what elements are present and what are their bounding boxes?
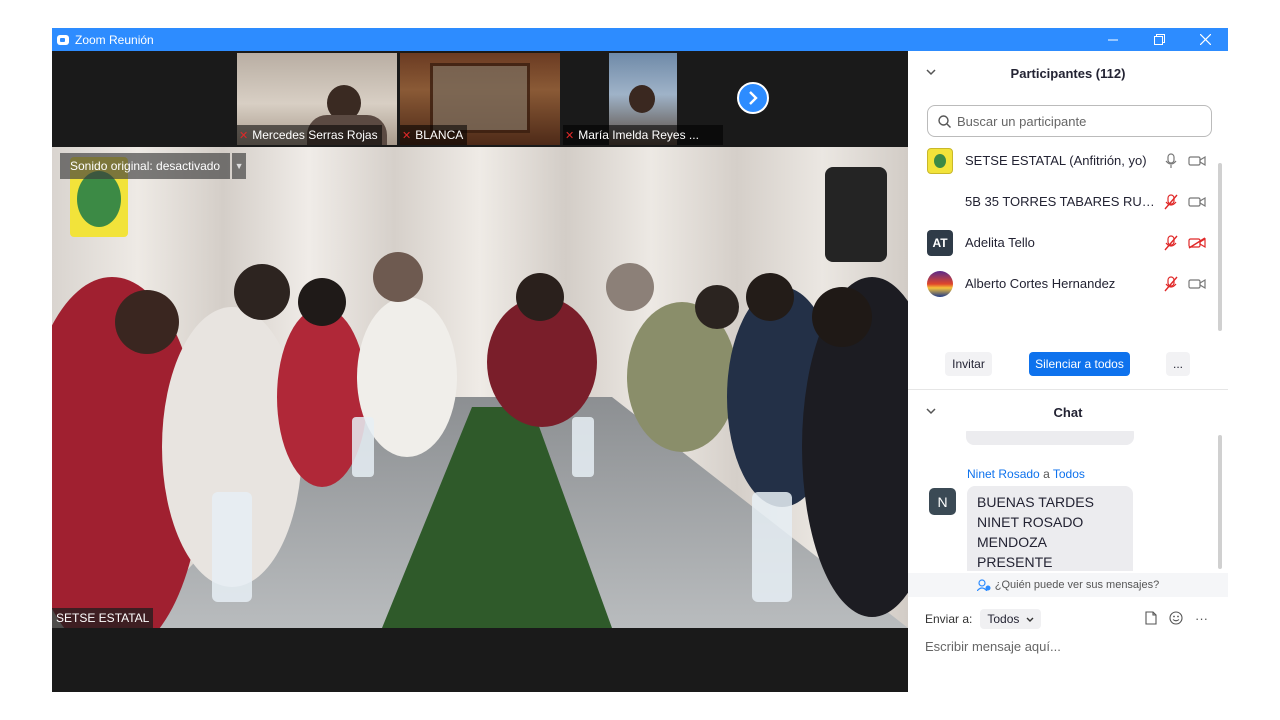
- emoji-icon[interactable]: [1169, 611, 1183, 625]
- search-icon: [938, 114, 951, 128]
- collapse-chevron-icon[interactable]: [926, 68, 936, 79]
- zoom-window: Zoom Reunión ✕ Mercedes Serras Rojas ✕ B…: [52, 28, 1228, 692]
- section-divider: [908, 389, 1228, 390]
- video-area: ✕ Mercedes Serras Rojas ✕ BLANCA ✕ María: [52, 51, 908, 692]
- collapse-chevron-icon[interactable]: [926, 407, 936, 418]
- avatar: N: [929, 488, 956, 515]
- video-camera-icon[interactable]: [1188, 278, 1206, 290]
- visibility-text: ¿Quién puede ver sus mensajes?: [994, 579, 1160, 591]
- message-bubble: BUENAS TARDES NINET ROSADO MENDOZA PRESE…: [967, 486, 1133, 571]
- window-controls: [1090, 28, 1228, 51]
- participant-row[interactable]: Alberto Cortes Hernandez: [908, 263, 1228, 304]
- mute-all-button[interactable]: Silenciar a todos: [1029, 352, 1130, 376]
- chat-toolbar: ···: [1145, 611, 1208, 626]
- message-input[interactable]: [925, 639, 1215, 654]
- chevron-down-icon: [1026, 617, 1034, 622]
- close-button[interactable]: [1182, 28, 1228, 51]
- more-options-icon[interactable]: ···: [1195, 611, 1208, 626]
- meeting-room-scene: [52, 147, 908, 628]
- chevron-down-icon[interactable]: ▼: [232, 153, 247, 179]
- avatar: [927, 147, 953, 174]
- participant-actions: Invitar Silenciar a todos ...: [908, 352, 1228, 378]
- participant-scrollbar[interactable]: [1218, 163, 1222, 331]
- thumbnail-strip: ✕ Mercedes Serras Rojas ✕ BLANCA ✕ María: [52, 51, 908, 147]
- sender-name[interactable]: Ninet Rosado: [967, 467, 1040, 481]
- avatar: AT: [927, 229, 953, 256]
- participant-name: 5B 35 TORRES TABARES RUBEN ...: [965, 194, 1161, 209]
- message-sender: Ninet Rosado a Todos: [967, 467, 1085, 481]
- recipient-name: Todos: [1052, 467, 1085, 481]
- minimize-icon: [1108, 39, 1118, 40]
- mic-muted-icon: ✕: [565, 129, 575, 142]
- chat-header: Chat: [908, 391, 1228, 433]
- message-line: NINET ROSADO: [977, 514, 1084, 530]
- microphone-muted-icon[interactable]: [1164, 275, 1178, 292]
- participant-search[interactable]: [927, 105, 1212, 137]
- participant-row[interactable]: SETSE ESTATAL (Anfitrión, yo): [908, 140, 1228, 181]
- microphone-icon[interactable]: [1164, 152, 1178, 169]
- participant-name: SETSE ESTATAL (Anfitrión, yo): [965, 153, 1147, 168]
- minimize-button[interactable]: [1090, 28, 1136, 51]
- window-title: Zoom Reunión: [75, 32, 154, 47]
- more-options-button[interactable]: ...: [1166, 352, 1190, 376]
- title-bar: Zoom Reunión: [52, 28, 1228, 51]
- send-to-row: Enviar a: Todos: [925, 609, 1041, 629]
- cabinet-shape: [430, 63, 530, 133]
- original-sound-control: Sonido original: desactivado ▼: [60, 153, 247, 179]
- thumbnail-name: Mercedes Serras Rojas: [252, 128, 378, 142]
- avatar: [927, 270, 953, 297]
- participants-header: Participantes (112): [908, 52, 1228, 94]
- thumbnail-name: María Imelda Reyes ...: [578, 128, 699, 142]
- speaker-name-label: SETSE ESTATAL: [52, 608, 154, 628]
- thumbnail-name-bar: ✕ Mercedes Serras Rojas: [237, 125, 382, 145]
- mic-muted-icon: ✕: [239, 129, 249, 142]
- participant-name: Adelita Tello: [965, 235, 1035, 250]
- message-visibility-link[interactable]: ¿Quién puede ver sus mensajes?: [908, 573, 1228, 597]
- thumbnail-name-bar: ✕ María Imelda Reyes ...: [563, 125, 723, 145]
- send-to-label: Enviar a:: [925, 612, 973, 626]
- video-camera-off-icon[interactable]: [1188, 236, 1206, 249]
- participant-name: Alberto Cortes Hernandez: [965, 276, 1116, 291]
- main-video: Sonido original: desactivado ▼ SETSE EST…: [52, 147, 908, 628]
- restore-button[interactable]: [1136, 28, 1182, 51]
- message-line: BUENAS TARDES: [977, 494, 1094, 510]
- restore-icon: [1153, 34, 1165, 45]
- participant-head: [629, 85, 655, 113]
- participant-row[interactable]: 5B 35 TORRES TABARES RUBEN ...: [908, 181, 1228, 222]
- video-camera-icon[interactable]: [1188, 155, 1206, 167]
- close-icon: [1199, 34, 1211, 45]
- to-word: a: [1043, 467, 1050, 481]
- file-icon[interactable]: [1145, 611, 1157, 625]
- mic-muted-icon: ✕: [402, 129, 412, 142]
- video-thumbnail[interactable]: ✕ Mercedes Serras Rojas: [237, 53, 397, 145]
- video-thumbnail[interactable]: ✕ BLANCA: [400, 53, 560, 145]
- recipient-dropdown[interactable]: Todos: [980, 609, 1041, 629]
- recipient-value: Todos: [987, 612, 1020, 626]
- avatar: [927, 189, 953, 215]
- thumbnail-name-bar: ✕ BLANCA: [400, 125, 468, 145]
- participants-title: Participantes (112): [1010, 65, 1126, 81]
- invite-button[interactable]: Invitar: [945, 352, 992, 376]
- original-sound-button[interactable]: Sonido original: desactivado: [60, 153, 231, 179]
- search-input[interactable]: [957, 113, 1197, 129]
- chevron-right-icon: [749, 91, 758, 105]
- zoom-logo-icon: [57, 34, 69, 45]
- participant-row[interactable]: AT Adelita Tello: [908, 222, 1228, 263]
- chat-scrollbar[interactable]: [1218, 435, 1222, 569]
- thumbnail-name: BLANCA: [415, 128, 464, 142]
- side-panel: Participantes (112) SETSE ESTATAL (Anfit…: [908, 51, 1228, 692]
- microphone-muted-icon[interactable]: [1164, 234, 1178, 251]
- person-info-icon: [976, 579, 991, 591]
- video-camera-icon[interactable]: [1188, 196, 1206, 208]
- previous-message-bubble: [966, 431, 1134, 445]
- next-page-button[interactable]: [737, 82, 769, 114]
- message-line: MENDOZA PRESENTE: [977, 534, 1053, 570]
- chat-messages: Ninet Rosado a Todos N BUENAS TARDES NIN…: [908, 431, 1228, 571]
- participant-list: SETSE ESTATAL (Anfitrión, yo) 5B 35 TORR…: [908, 140, 1228, 304]
- chat-title: Chat: [1053, 404, 1083, 420]
- video-thumbnail[interactable]: ✕ María Imelda Reyes ...: [563, 53, 723, 145]
- microphone-muted-icon[interactable]: [1164, 193, 1178, 210]
